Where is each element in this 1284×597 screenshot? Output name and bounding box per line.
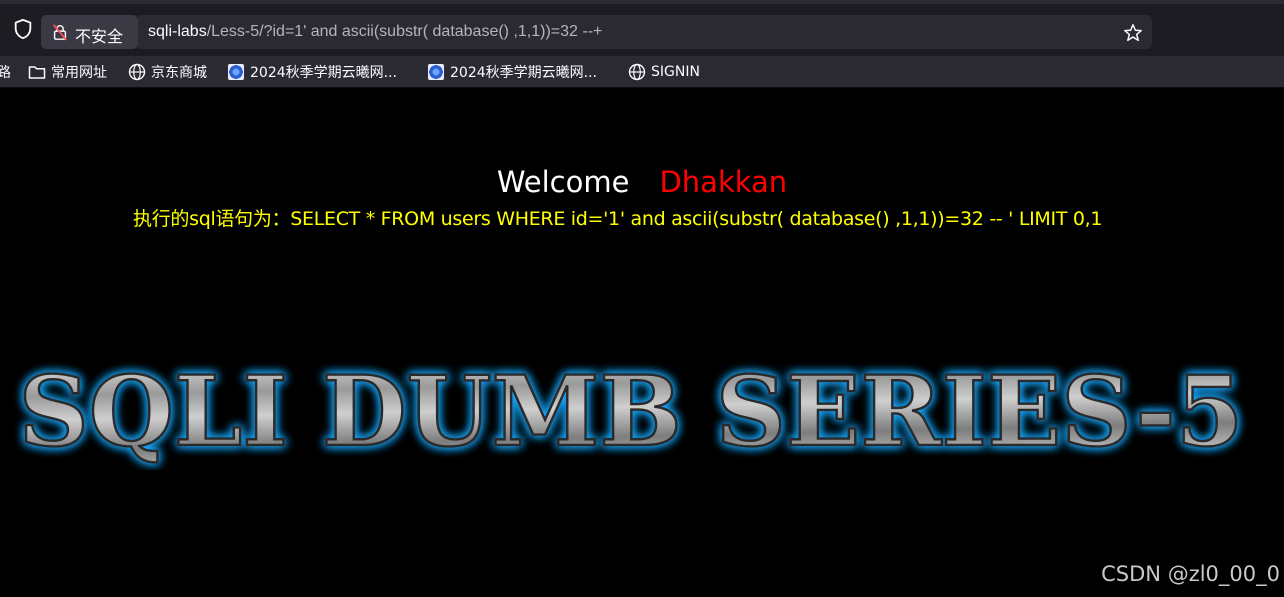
bookmarks-toolbar: 路 常用网址 京东商城 2024秋季学期云曦网... 2024秋季学期云曦网..… <box>0 56 1284 88</box>
url-text[interactable]: sqli-labs/Less-5/?id=1' and ascii(substr… <box>148 23 602 41</box>
bookmark-label: 京东商城 <box>151 65 207 81</box>
security-label: 不安全 <box>75 27 124 46</box>
bookmark-label: 2024秋季学期云曦网... <box>450 65 597 81</box>
favicon-icon <box>228 64 244 80</box>
bookmark-star-icon[interactable] <box>1122 22 1144 44</box>
favicon-icon <box>428 64 444 80</box>
browser-toolbar: 不安全 sqli-labs/Less-5/?id=1' and ascii(su… <box>0 0 1284 56</box>
bookmark-label: 路 <box>0 65 11 81</box>
welcome-heading: Welcome Dhakkan <box>0 165 1284 199</box>
bookmark-yunxi-2[interactable]: 2024秋季学期云曦网... <box>428 62 597 82</box>
csdn-watermark: CSDN @zl0_00_0 <box>1101 562 1280 586</box>
site-security-button[interactable]: 不安全 <box>41 15 138 49</box>
bookmark-label: SIGNIN <box>651 64 700 80</box>
folder-icon <box>28 66 46 79</box>
bookmark-label: 常用网址 <box>51 65 107 81</box>
bookmark-signin[interactable]: SIGNIN <box>628 62 700 82</box>
welcome-text: Welcome <box>496 165 630 199</box>
url-path: /Less-5/?id=1' and ascii(substr( databas… <box>206 23 603 40</box>
globe-icon <box>628 63 646 81</box>
banner-image: SQLI DUMB SERIES-5 <box>17 354 1245 470</box>
bookmark-label: 2024秋季学期云曦网... <box>250 65 397 81</box>
bookmark-yunxi-1[interactable]: 2024秋季学期云曦网... <box>228 62 397 82</box>
url-host: sqli-labs <box>148 23 207 40</box>
welcome-name: Dhakkan <box>659 165 788 199</box>
insecure-lock-icon <box>53 24 67 41</box>
bookmark-jd[interactable]: 京东商城 <box>128 62 207 82</box>
bookmark-folder-common[interactable]: 常用网址 <box>28 62 107 82</box>
sql-query-text: 执行的sql语句为：SELECT * FROM users WHERE id='… <box>133 208 1103 230</box>
banner-title: SQLI DUMB SERIES-5 <box>19 355 1244 468</box>
globe-icon <box>128 63 146 81</box>
bookmark-item[interactable]: 路 <box>0 62 11 82</box>
address-bar[interactable]: sqli-labs/Less-5/?id=1' and ascii(substr… <box>138 15 1152 49</box>
shield-icon[interactable] <box>12 18 34 40</box>
